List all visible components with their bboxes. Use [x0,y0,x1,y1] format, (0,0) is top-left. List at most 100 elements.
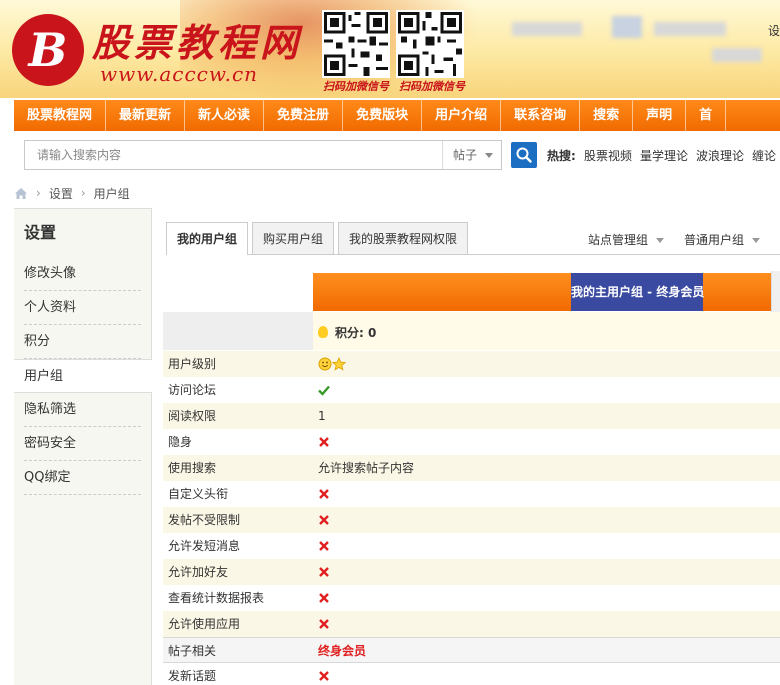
tab-normal-groups-label: 普通用户组 [684,233,745,247]
perm-label: 用户级别 [168,357,217,371]
search-type-select[interactable]: 帖子 [442,141,502,169]
blurred-avatar [612,16,642,38]
nav-item-first[interactable]: 首 [686,100,727,131]
nav-item-home[interactable]: 股票教程网 [14,100,107,131]
chevron-right-icon: › [80,186,86,200]
credit-value: 积分: 0 [335,326,377,340]
cross-icon [318,618,330,630]
perm-label: 发帖不受限制 [168,513,241,527]
table-row: 访问论坛 [163,377,780,403]
nav-item-newbie[interactable]: 新人必读 [185,100,265,131]
search-box: 帖子 [24,140,502,170]
cross-icon [318,514,330,526]
perm-label: 阅读权限 [168,409,217,423]
cross-icon [318,436,330,448]
settings-sidebar: 设置 修改头像 个人资料 积分 用户组 隐私筛选 密码安全 QQ绑定 [14,208,152,685]
search-button[interactable] [511,142,537,168]
sidebar-title: 设置 [24,223,57,242]
search-type-label: 帖子 [453,148,478,162]
table-row: 隐身 [163,429,780,455]
usergroup-tabs: 我的用户组 购买用户组 我的股票教程网权限 [166,222,472,255]
tab-my-permissions[interactable]: 我的股票教程网权限 [338,222,469,254]
search-input[interactable] [25,141,441,169]
perm-label: 发新话题 [168,669,217,683]
cross-icon [318,540,330,552]
check-icon [318,384,330,396]
sidebar-item-privacy[interactable]: 隐私筛选 [14,393,151,427]
header-settings-link[interactable]: 设 [768,22,780,39]
credit-row-label-cell [163,312,313,350]
qr-code-1 [322,10,390,78]
perm-label: 使用搜索 [168,461,217,475]
qr-caption-1: 扫码加微信号 [323,80,389,93]
nav-item-search[interactable]: 搜索 [580,100,634,131]
table-row: 允许发短消息 [163,533,780,559]
tab-admin-groups[interactable]: 站点管理组 [588,231,665,248]
cross-icon [318,566,330,578]
blurred-extra [712,48,762,62]
sidebar-item-avatar[interactable]: 修改头像 [14,257,151,291]
table-row: 查看统计数据报表 [163,585,780,611]
nav-item-user-intro[interactable]: 用户介绍 [422,100,502,131]
home-icon[interactable] [14,187,28,200]
star-icon [332,357,346,371]
table-row: 阅读权限 1 [163,403,780,429]
table-section-row: 帖子相关 终身会员 [163,637,780,663]
perm-value: 允许搜索帖子内容 [318,461,415,475]
nav-item-register[interactable]: 免费注册 [264,100,344,131]
table-row: 发帖不受限制 [163,507,780,533]
table-row: 自定义头衔 [163,481,780,507]
main-nav: 股票教程网 最新更新 新人必读 免费注册 免费版块 用户介绍 联系咨询 搜索 声… [14,100,780,131]
perm-label: 访问论坛 [168,383,217,397]
hot-link-stock-video[interactable]: 股票视频 [584,147,632,164]
perm-label: 允许发短消息 [168,539,241,553]
site-logo-url: www.acccw.cn [100,62,259,86]
hot-link-wave-theory[interactable]: 波浪理论 [696,147,744,164]
tab-divider [166,254,780,255]
cross-icon [318,488,330,500]
perm-label: 隐身 [168,435,193,449]
perm-label: 允许使用应用 [168,617,241,631]
nav-item-contact[interactable]: 联系咨询 [501,100,581,131]
search-icon [516,147,532,163]
tab-normal-groups[interactable]: 普通用户组 [684,231,761,248]
hot-link-liangxue[interactable]: 量学理论 [640,147,688,164]
chevron-right-icon: › [36,186,41,200]
cross-icon [318,592,330,604]
hot-search-label: 热搜: [547,149,576,163]
sidebar-item-credits[interactable]: 积分 [14,325,151,359]
sidebar-item-password[interactable]: 密码安全 [14,427,151,461]
sidebar-item-qq[interactable]: QQ绑定 [14,461,151,495]
table-scroll-edge [771,271,780,313]
table-row: 允许使用应用 [163,611,780,637]
blurred-username [654,22,726,36]
perm-label: 自定义头衔 [168,487,229,501]
bulb-icon [318,326,328,338]
tab-buy-group[interactable]: 购买用户组 [252,222,335,254]
site-logo-title[interactable]: 股票教程网 [92,12,302,67]
nav-item-latest[interactable]: 最新更新 [106,100,186,131]
qr-code-2 [396,10,464,78]
chevron-down-icon [485,153,493,158]
nav-item-free-boards[interactable]: 免费版块 [343,100,423,131]
main-group-header: 我的主用户组 - 终身会员 [571,273,704,311]
chevron-down-icon [656,238,665,243]
breadcrumb-usergroup[interactable]: 用户组 [94,185,130,202]
site-logo-mark[interactable]: B [12,14,84,86]
permission-table: 用户级别 访问论坛 阅读权限 1 隐身 使用搜索 允许搜索帖子内容 自定义头衔 … [163,351,780,685]
credit-row: 积分: 0 [163,312,780,350]
chevron-down-icon [752,238,761,243]
sidebar-item-profile[interactable]: 个人资料 [14,291,151,325]
tab-my-group[interactable]: 我的用户组 [166,222,249,255]
sidebar-item-usergroup[interactable]: 用户组 [14,359,152,393]
nav-item-statement[interactable]: 声明 [633,100,687,131]
breadcrumb-settings[interactable]: 设置 [49,185,73,202]
table-row: 允许加好友 [163,559,780,585]
user-level-stars [318,357,346,371]
hot-link-chan-theory[interactable]: 缠论 [752,147,776,164]
blurred-user-info [512,22,582,36]
cross-icon [318,670,330,682]
perm-section-label: 帖子相关 [168,644,217,658]
smiley-icon [318,357,332,371]
perm-label: 允许加好友 [168,565,229,579]
